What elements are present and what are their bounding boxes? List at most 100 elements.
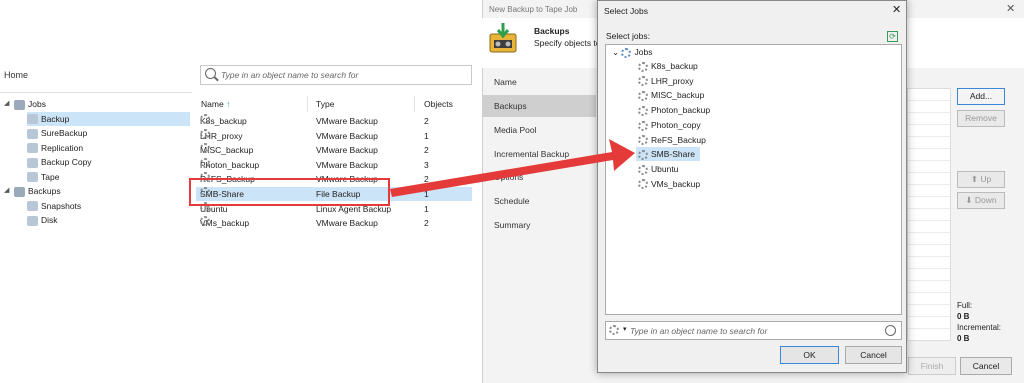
table-row[interactable]: Photon_backup VMware Backup 3: [196, 157, 472, 172]
wizard-step[interactable]: Incremental Backup: [494, 149, 569, 159]
dialog-job-label: SMB-Share: [651, 149, 695, 160]
refresh-icon[interactable]: ⟳: [887, 31, 898, 42]
dropdown-arrow-icon[interactable]: ▾: [623, 325, 627, 333]
search-input[interactable]: Type in an object name to search for: [200, 65, 472, 85]
dialog-job-item[interactable]: Photon_backup: [638, 104, 710, 117]
expand-triangle-icon[interactable]: ◢: [4, 97, 9, 111]
chevron-down-icon[interactable]: ⌄: [612, 47, 621, 57]
job-objects-cell: 3: [424, 159, 429, 170]
job-type-cell: VMware Backup: [316, 130, 378, 141]
search-icon[interactable]: [885, 325, 896, 336]
dialog-job-item[interactable]: MISC_backup: [638, 89, 704, 102]
cancel-button[interactable]: Cancel: [845, 346, 902, 364]
jobs-icon: [14, 99, 25, 110]
tree-item[interactable]: Disk: [27, 213, 58, 227]
job-gear-icon: [638, 91, 648, 102]
select-jobs-label: Select jobs:: [606, 31, 650, 41]
column-separator: [414, 96, 415, 112]
job-gear-icon: [638, 149, 648, 160]
snapshots-icon: [27, 201, 38, 212]
jobs-folder-icon: [621, 47, 632, 58]
backups-icon: [14, 186, 25, 197]
dialog-job-item[interactable]: VMs_backup: [638, 178, 700, 191]
remove-button[interactable]: Remove: [957, 110, 1005, 127]
tree-item[interactable]: ◢ Jobs: [4, 97, 46, 111]
wizard-step[interactable]: Name: [494, 77, 517, 87]
table-row[interactable]: VMs_backup VMware Backup 2: [196, 216, 472, 230]
dialog-job-label: MISC_backup: [651, 90, 705, 101]
backups-list[interactable]: [907, 88, 951, 341]
finish-button[interactable]: Finish: [908, 357, 956, 375]
wizard-step[interactable]: Schedule: [494, 196, 529, 206]
job-name-cell: K8s_backup: [200, 114, 247, 128]
table-row[interactable]: MISC_backup VMware Backup 2: [196, 143, 472, 157]
job-type-cell: VMware Backup: [316, 116, 378, 126]
job-objects-cell: 1: [424, 189, 429, 199]
home-title: Home: [4, 70, 29, 80]
dialog-job-item[interactable]: SMB-Share: [638, 148, 695, 161]
tree-item[interactable]: Backup: [27, 111, 190, 126]
job-name-cell: VMs_backup: [200, 216, 249, 230]
dialog-job-label: Ubuntu: [651, 163, 679, 174]
column-header-name[interactable]: Name ↑: [201, 99, 230, 109]
tree-root-label: Jobs: [634, 47, 653, 57]
job-name-cell: Photon_backup: [200, 157, 259, 172]
add-button[interactable]: Add...: [957, 88, 1005, 105]
wizard-step[interactable]: Options: [494, 172, 523, 182]
close-icon[interactable]: ✕: [1006, 2, 1015, 15]
dialog-title: Select Jobs: [604, 6, 648, 16]
dialog-close-icon[interactable]: ✕: [892, 3, 901, 16]
job-objects-cell: 2: [424, 174, 429, 185]
ok-button[interactable]: OK: [780, 346, 839, 364]
dialog-job-label: K8s_backup: [651, 61, 698, 71]
tree-root-jobs[interactable]: ⌄ Jobs: [612, 46, 652, 59]
up-button[interactable]: ⬆ Up: [957, 171, 1005, 188]
job-objects-cell: 1: [424, 203, 429, 214]
table-row[interactable]: LHR_proxy VMware Backup 1: [196, 128, 472, 143]
wizard-step[interactable]: Summary: [494, 220, 530, 230]
job-gear-icon: [638, 120, 648, 131]
up-arrow-icon: ⬆: [970, 174, 978, 184]
job-gear-icon: [638, 61, 648, 72]
dialog-job-item[interactable]: Ubuntu: [638, 163, 678, 176]
tree-item[interactable]: Snapshots: [27, 199, 81, 213]
job-objects-cell: 2: [424, 218, 429, 229]
down-button[interactable]: ⬇ Down: [957, 192, 1005, 209]
job-type-cell: VMware Backup: [316, 159, 378, 170]
dialog-job-label: Photon_backup: [651, 105, 711, 116]
wizard-cancel-button[interactable]: Cancel: [960, 357, 1012, 375]
dialog-search-placeholder: Type in an object name to search for: [630, 326, 768, 336]
tree-item-label: Jobs: [28, 99, 46, 109]
job-objects-cell: 2: [424, 116, 429, 126]
job-name-cell: LHR_proxy: [200, 128, 243, 143]
expand-triangle-icon[interactable]: ◢: [4, 184, 9, 198]
highlight-box: [189, 178, 390, 206]
job-gear-icon: [638, 135, 648, 146]
dialog-job-item[interactable]: K8s_backup: [638, 60, 698, 73]
tree-item[interactable]: ◢ Backups: [4, 184, 61, 198]
backup-copy-icon: [27, 157, 38, 168]
tree-item[interactable]: Tape: [27, 170, 59, 184]
dialog-job-item[interactable]: LHR_proxy: [638, 75, 694, 88]
tree-item[interactable]: Replication: [27, 141, 83, 155]
tree-item-label: Backups: [28, 186, 61, 196]
column-header-objects[interactable]: Objects: [424, 99, 453, 109]
column-header-type[interactable]: Type: [316, 99, 334, 109]
wizard-step[interactable]: Media Pool: [494, 125, 537, 135]
tree-item[interactable]: SureBackup: [27, 126, 87, 140]
disk-icon: [27, 215, 38, 226]
wizard-step[interactable]: Backups: [494, 101, 527, 111]
filter-gear-icon[interactable]: [609, 325, 619, 335]
tree-item-label: Backup: [41, 113, 70, 124]
tree-item-label: Tape: [41, 171, 60, 182]
tape-icon: [27, 172, 38, 183]
incremental-size-label: Incremental:: [957, 323, 1002, 332]
dialog-search-input[interactable]: ▾ Type in an object name to search for: [605, 321, 902, 340]
table-row[interactable]: K8s_backup VMware Backup 2: [196, 114, 472, 128]
dialog-job-item[interactable]: ReFS_Backup: [638, 134, 706, 147]
dialog-job-item[interactable]: Photon_copy: [638, 119, 701, 132]
wizard-title: New Backup to Tape Job: [489, 5, 578, 14]
tree-item[interactable]: Backup Copy: [27, 155, 92, 169]
job-gear-icon: [200, 157, 210, 168]
job-type-cell: VMware Backup: [316, 218, 378, 229]
